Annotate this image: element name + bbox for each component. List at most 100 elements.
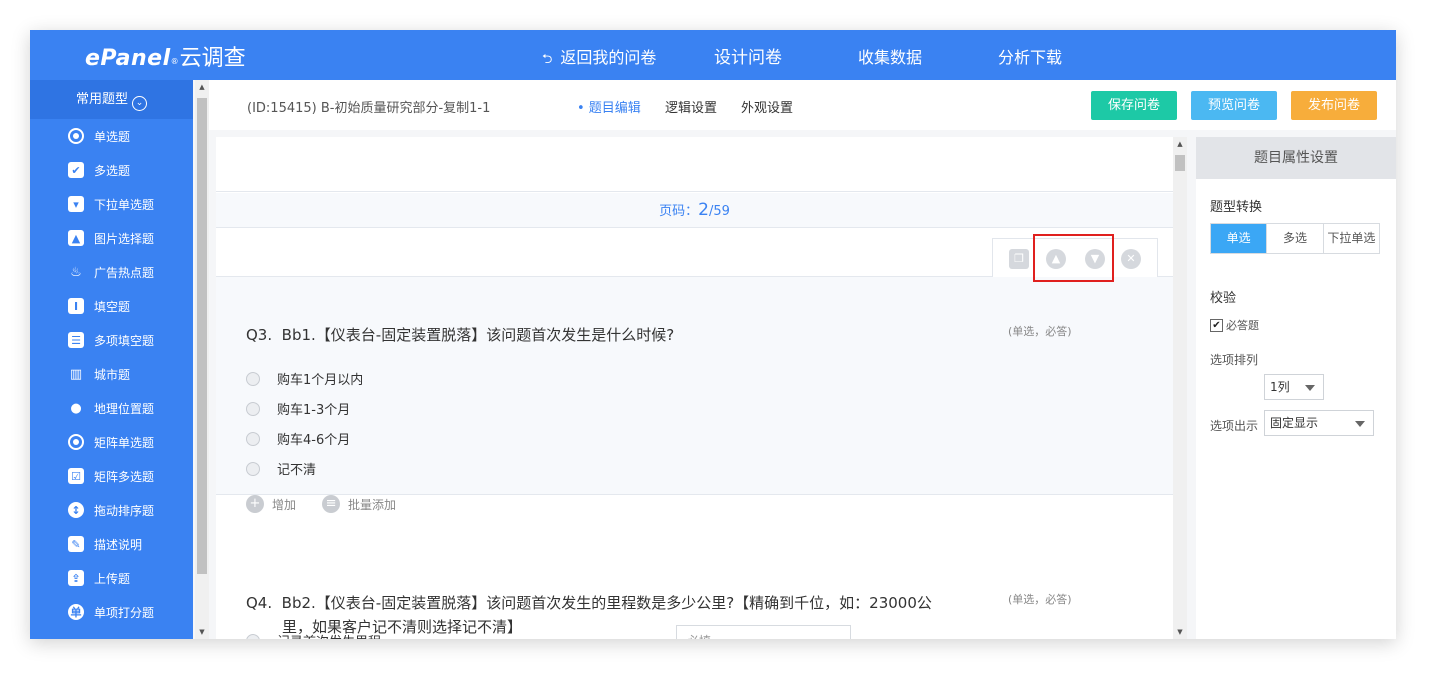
page-top-strip xyxy=(216,137,1173,192)
sidebar-item-label: 拖动排序题 xyxy=(94,503,155,518)
option-label: 购车4-6个月 xyxy=(277,433,351,448)
tab-appearance-settings[interactable]: 外观设置 xyxy=(741,97,793,116)
image-icon: ▲ xyxy=(68,230,84,246)
scroll-down-arrow-icon[interactable]: ▼ xyxy=(195,628,209,636)
sidebar-item-label: 单项打分题 xyxy=(94,605,155,620)
q3-option-1[interactable]: 购车1个月以内 xyxy=(246,369,363,388)
q3-text: Bb1.【仪表台-固定装置脱落】该问题首次发生是什么时候? xyxy=(281,326,675,344)
delete-icon[interactable]: ✕ xyxy=(1121,249,1141,269)
option-label: 购车1个月以内 xyxy=(277,373,364,388)
upload-icon: ⇪ xyxy=(68,570,84,586)
sidebar-header[interactable]: 常用题型 ⌄ xyxy=(30,80,193,119)
editor-subheader: (ID:15415) B-初始质量研究部分-复制1-1 • 题目编辑 逻辑设置 … xyxy=(209,80,1396,130)
content-scrollbar[interactable]: ▲ ▼ xyxy=(1173,137,1187,639)
q4-text-line1: Bb2.【仪表台-固定装置脱落】该问题首次发生的里程数是多少公里?【精确到千位，… xyxy=(281,594,932,612)
sidebar-item-matrix-single[interactable]: 矩阵单选题 xyxy=(68,432,154,452)
sidebar-item-dropdown[interactable]: ▾ 下拉单选题 xyxy=(68,194,154,214)
q3-number: Q3. xyxy=(246,326,273,344)
sidebar-item-city[interactable]: ▥ 城市题 xyxy=(68,364,130,384)
save-survey-button[interactable]: 保存问卷 xyxy=(1091,91,1177,120)
scroll-up-arrow-icon[interactable]: ▲ xyxy=(1173,140,1187,148)
logo-brand: ePanel xyxy=(85,46,171,71)
sidebar-item-multi-choice[interactable]: ✔ 多选题 xyxy=(68,160,130,180)
q3-option-2[interactable]: 购车1-3个月 xyxy=(246,399,350,418)
radio-icon xyxy=(246,431,260,446)
building-icon: ▥ xyxy=(69,366,83,382)
nav-collect-data[interactable]: 收集数据 xyxy=(858,44,922,68)
copy-icon[interactable]: ❐ xyxy=(1009,249,1029,269)
type-option-dropdown[interactable]: 下拉单选 xyxy=(1322,224,1379,253)
sidebar-item-ad-hotspot[interactable]: ♨ 广告热点题 xyxy=(68,262,154,282)
preview-survey-button[interactable]: 预览问卷 xyxy=(1191,91,1277,120)
display-select[interactable]: 固定显示 xyxy=(1264,410,1374,436)
sidebar-item-multi-fill-blank[interactable]: ☰ 多项填空题 xyxy=(68,330,154,350)
logo: ePanel®云调查 xyxy=(85,40,246,72)
type-option-single[interactable]: 单选 xyxy=(1211,224,1267,253)
arrange-select[interactable]: 1列 xyxy=(1264,374,1324,400)
publish-survey-button[interactable]: 发布问卷 xyxy=(1291,91,1377,120)
sidebar-item-single-choice[interactable]: 单选题 xyxy=(68,126,130,146)
sidebar-item-single-score[interactable]: 单单项打分题 xyxy=(68,602,154,622)
scroll-down-arrow-icon[interactable]: ▼ xyxy=(1173,628,1187,636)
type-switch-label: 题型转换 xyxy=(1210,200,1263,215)
sidebar-scrollbar[interactable]: ▲ ▼ xyxy=(195,80,209,639)
radio-icon xyxy=(246,461,260,476)
option-label: 购车1-3个月 xyxy=(277,403,351,418)
validate-label: 校验 xyxy=(1210,291,1237,306)
display-select-value: 固定显示 xyxy=(1270,416,1319,430)
text-cursor-icon: I xyxy=(68,298,84,314)
flame-icon: ♨ xyxy=(70,264,82,280)
sidebar-item-location[interactable]: ● 地理位置题 xyxy=(68,398,154,418)
batch-list-icon[interactable]: ≡ xyxy=(322,495,341,513)
plus-icon[interactable]: + xyxy=(246,495,264,513)
sidebar-item-label: 地理位置题 xyxy=(94,401,155,416)
q4-tag: (单选，必答) xyxy=(1008,593,1072,606)
display-label: 选项出示 xyxy=(1210,419,1259,433)
location-pin-icon: ● xyxy=(70,400,82,416)
tab-logic-settings[interactable]: 逻辑设置 xyxy=(665,97,717,116)
sidebar-item-drag-sort[interactable]: ↕ 拖动排序题 xyxy=(68,500,154,520)
nav-analyze-download[interactable]: 分析下载 xyxy=(998,44,1062,68)
page-indicator: 页码：2/59 xyxy=(216,193,1173,228)
question-properties-panel: 题目属性设置 题型转换 单选 多选 下拉单选 校验 ✔ 必答题 选项排列 1列 选… xyxy=(1196,137,1396,639)
sidebar-item-matrix-multi[interactable]: ☑ 矩阵多选题 xyxy=(68,466,154,486)
sidebar-item-label: 矩阵多选题 xyxy=(94,469,155,484)
q4-mileage-input[interactable]: 必填 xyxy=(676,625,851,639)
q3-option-4[interactable]: 记不清 xyxy=(246,459,316,478)
option-label: 记录首次发生里程 xyxy=(277,631,381,639)
sidebar-item-upload[interactable]: ⇪ 上传题 xyxy=(68,568,130,588)
q3-title: Q3. Bb1.【仪表台-固定装置脱落】该问题首次发生是什么时候? xyxy=(246,323,674,347)
scroll-up-arrow-icon[interactable]: ▲ xyxy=(195,83,209,91)
sidebar-item-image-choice[interactable]: ▲ 图片选择题 xyxy=(68,228,154,248)
content-scroll-thumb[interactable] xyxy=(1175,155,1185,171)
q4-option-1[interactable]: 记录首次发生里程 xyxy=(246,631,381,639)
required-checkbox[interactable]: ✔ 必答题 xyxy=(1210,317,1259,333)
sidebar-item-description[interactable]: ✎ 描述说明 xyxy=(68,534,142,554)
q4-number: Q4. xyxy=(246,594,273,612)
add-option-link[interactable]: 增加 xyxy=(272,496,296,513)
score-icon: 单 xyxy=(68,604,84,620)
required-label: 必答题 xyxy=(1226,319,1259,332)
sidebar-item-label: 下拉单选题 xyxy=(94,197,155,212)
page-total: /59 xyxy=(708,204,730,219)
highlight-box xyxy=(1033,234,1114,282)
sidebar-item-fill-blank[interactable]: I 填空题 xyxy=(68,296,130,316)
caret-down-icon xyxy=(1355,421,1365,427)
nav-back-to-my-surveys[interactable]: ⮌ 返回我的问卷 xyxy=(542,44,656,72)
type-switch-segmented: 单选 多选 下拉单选 xyxy=(1210,223,1380,254)
sidebar-item-label: 城市题 xyxy=(94,367,131,382)
q3-option-3[interactable]: 购车4-6个月 xyxy=(246,429,350,448)
batch-add-link[interactable]: 批量添加 xyxy=(348,496,396,513)
survey-title: (ID:15415) B-初始质量研究部分-复制1-1 xyxy=(247,101,491,116)
type-option-multi[interactable]: 多选 xyxy=(1266,224,1322,253)
dropdown-icon: ▾ xyxy=(68,196,84,212)
matrix-checkbox-icon: ☑ xyxy=(68,468,84,484)
matrix-radio-icon xyxy=(68,434,84,450)
q3-tag: (单选，必答) xyxy=(1008,325,1072,338)
properties-panel-title: 题目属性设置 xyxy=(1196,137,1396,179)
tab-question-edit[interactable]: • 题目编辑 xyxy=(577,97,641,116)
sidebar-scroll-thumb[interactable] xyxy=(197,98,207,574)
sidebar-item-label: 多选题 xyxy=(94,163,131,178)
app-window: ePanel®云调查 ⮌ 返回我的问卷 设计问卷 收集数据 分析下载 常用题型 ⌄ … xyxy=(30,30,1396,639)
nav-design-survey[interactable]: 设计问卷 xyxy=(714,43,782,68)
